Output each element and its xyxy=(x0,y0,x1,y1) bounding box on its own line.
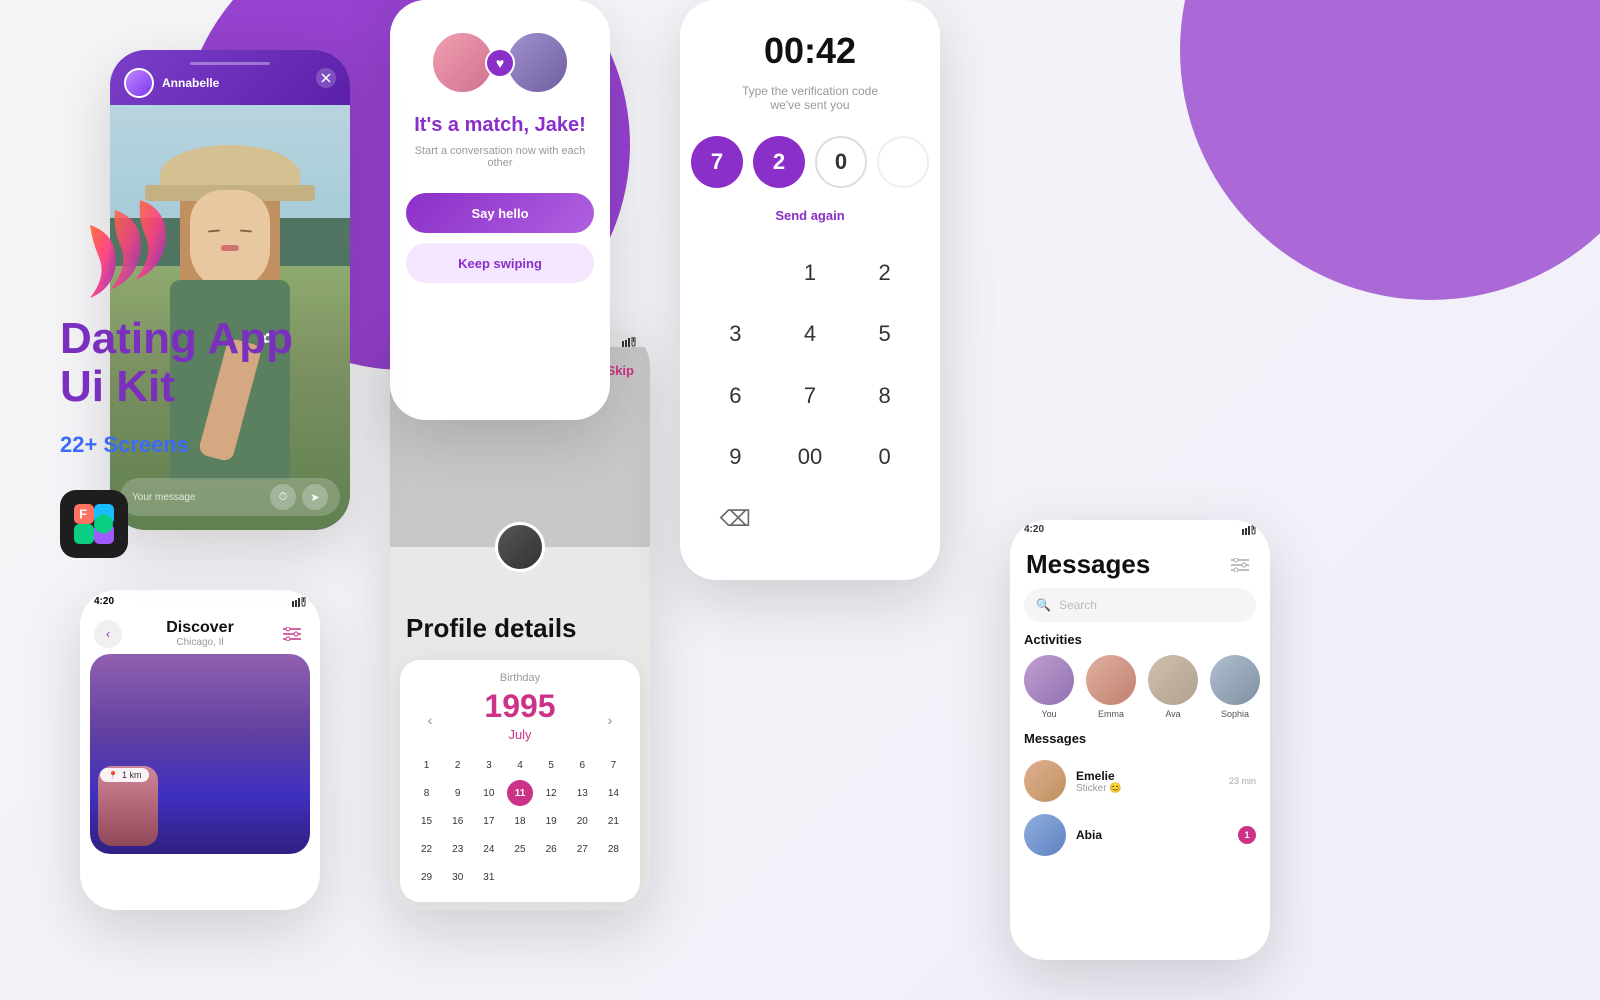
unread-badge: 1 xyxy=(1238,826,1256,844)
activity-you[interactable]: You xyxy=(1024,655,1074,719)
match-title: It's a match, Jake! xyxy=(414,113,586,137)
svg-text:F: F xyxy=(79,508,87,522)
numpad-5[interactable]: 5 xyxy=(849,308,920,360)
code-digit-3: 0 xyxy=(815,136,867,188)
code-digit-2: 2 xyxy=(753,136,805,188)
activity-avatar-emma xyxy=(1086,655,1136,705)
code-digit-1: 7 xyxy=(691,136,743,188)
keep-swiping-button[interactable]: Keep swiping xyxy=(406,243,594,283)
numpad-1[interactable]: 1 xyxy=(775,247,846,299)
numpad-00[interactable]: 00 xyxy=(775,431,846,483)
user-name: Annabelle xyxy=(162,76,219,90)
close-icon[interactable] xyxy=(316,68,336,88)
back-button[interactable]: ‹ xyxy=(94,620,122,648)
search-bar[interactable]: 🔍 Search xyxy=(1024,588,1256,622)
search-input[interactable]: Search xyxy=(1059,598,1097,612)
code-input-circles: 7 2 0 xyxy=(691,136,929,188)
emelie-name: Emelie xyxy=(1076,769,1219,783)
year-display: 1995 xyxy=(484,688,555,725)
message-abia-info: Abia xyxy=(1076,828,1228,842)
birthday-label: Birthday xyxy=(412,672,628,684)
phone-messages: 4:20 Messages 🔍 Search Activities You xyxy=(1010,520,1270,960)
emelie-avatar xyxy=(1024,760,1066,802)
messages-status-bar: 4:20 xyxy=(1010,520,1270,535)
messages-label: Messages xyxy=(1010,731,1270,754)
discover-status-bar: 4:20 xyxy=(80,590,320,607)
message-emelie-info: Emelie Sticker 😊 xyxy=(1076,769,1219,794)
abia-avatar xyxy=(1024,814,1066,856)
filter-button[interactable] xyxy=(278,620,306,648)
activity-avatar-sophia xyxy=(1210,655,1260,705)
messages-title: Messages xyxy=(1026,549,1150,580)
say-hello-button[interactable]: Say hello xyxy=(406,193,594,233)
profile-avatar xyxy=(495,522,545,572)
screens-count: 22+ Screens xyxy=(60,432,293,458)
discover-title: Discover xyxy=(166,619,234,637)
profile-details-title: Profile details xyxy=(390,597,650,660)
timer-display: 00:42 xyxy=(764,30,856,72)
next-month-button[interactable]: › xyxy=(600,710,620,730)
calendar: Birthday ‹ 1995 July › 1 2 3 4 5 6 7 8 xyxy=(400,660,640,902)
left-panel: Dating App Ui Kit 22+ Screens F xyxy=(60,180,293,558)
message-abia[interactable]: Abia 1 xyxy=(1010,808,1270,862)
user-avatar xyxy=(124,68,154,98)
send-button[interactable]: ➤ xyxy=(302,484,328,510)
phone-match: ♥ It's a match, Jake! Start a conversati… xyxy=(390,0,610,420)
send-again-button[interactable]: Send again xyxy=(775,208,844,223)
month-display: July xyxy=(484,727,555,742)
search-icon: 🔍 xyxy=(1036,598,1051,612)
message-emelie[interactable]: Emelie Sticker 😊 23 min xyxy=(1010,754,1270,808)
numpad-2[interactable]: 2 xyxy=(849,247,920,299)
match-heart-icon: ♥ xyxy=(485,48,515,78)
activity-name-ava: Ava xyxy=(1165,709,1180,719)
activities-row: You Emma Ava Sophia xyxy=(1010,655,1270,731)
selected-date[interactable]: 11 xyxy=(507,780,533,806)
match-subtitle: Start a conversation now with each other xyxy=(406,145,594,169)
messages-header: Messages xyxy=(1010,535,1270,588)
calendar-grid: 1 2 3 4 5 6 7 8 9 10 11 12 13 14 15 16 1… xyxy=(412,752,628,890)
discover-location: Chicago, Il xyxy=(166,637,234,648)
numpad-6[interactable]: 6 xyxy=(700,370,771,422)
numpad-3[interactable]: 3 xyxy=(700,308,771,360)
skip-button[interactable]: Skip xyxy=(607,363,634,378)
messages-filter-button[interactable] xyxy=(1226,551,1254,579)
emelie-time: 23 min xyxy=(1229,776,1256,786)
code-digit-4 xyxy=(877,136,929,188)
prev-month-button[interactable]: ‹ xyxy=(420,710,440,730)
numpad-delete[interactable]: ⌫ xyxy=(700,493,771,545)
numpad-8[interactable]: 8 xyxy=(849,370,920,422)
numpad-4[interactable]: 4 xyxy=(775,308,846,360)
activity-avatar-you xyxy=(1024,655,1074,705)
app-logo xyxy=(60,180,190,310)
activities-label: Activities xyxy=(1010,632,1270,655)
discover-cards[interactable]: 📍 1 km xyxy=(90,654,310,854)
numpad-9[interactable]: 9 xyxy=(700,431,771,483)
phone-discover: 4:20 ‹ Discover Chicago, Il xyxy=(80,590,320,910)
verify-subtitle: Type the verification codewe've sent you xyxy=(742,84,878,112)
figma-icon: F xyxy=(74,504,114,544)
discover-header: ‹ Discover Chicago, Il xyxy=(80,607,320,654)
distance-badge: 📍 1 km xyxy=(100,768,149,782)
phone-verification: 00:42 Type the verification codewe've se… xyxy=(680,0,940,580)
numpad-0[interactable]: 0 xyxy=(849,431,920,483)
activity-emma[interactable]: Emma xyxy=(1086,655,1136,719)
abia-name: Abia xyxy=(1076,828,1228,842)
emelie-preview: Sticker 😊 xyxy=(1076,783,1219,794)
activity-ava[interactable]: Ava xyxy=(1148,655,1198,719)
activity-avatar-ava xyxy=(1148,655,1198,705)
numpad: 1 2 3 4 5 6 7 8 9 00 0 ⌫ xyxy=(700,247,920,550)
activity-name-sophia: Sophia xyxy=(1221,709,1249,719)
app-title: Dating App Ui Kit xyxy=(60,315,293,412)
progress-bar xyxy=(190,62,270,65)
activity-name-you: You xyxy=(1041,709,1056,719)
activity-sophia[interactable]: Sophia xyxy=(1210,655,1260,719)
numpad-7[interactable]: 7 xyxy=(775,370,846,422)
activity-name-emma: Emma xyxy=(1098,709,1124,719)
figma-badge: F xyxy=(60,490,128,558)
